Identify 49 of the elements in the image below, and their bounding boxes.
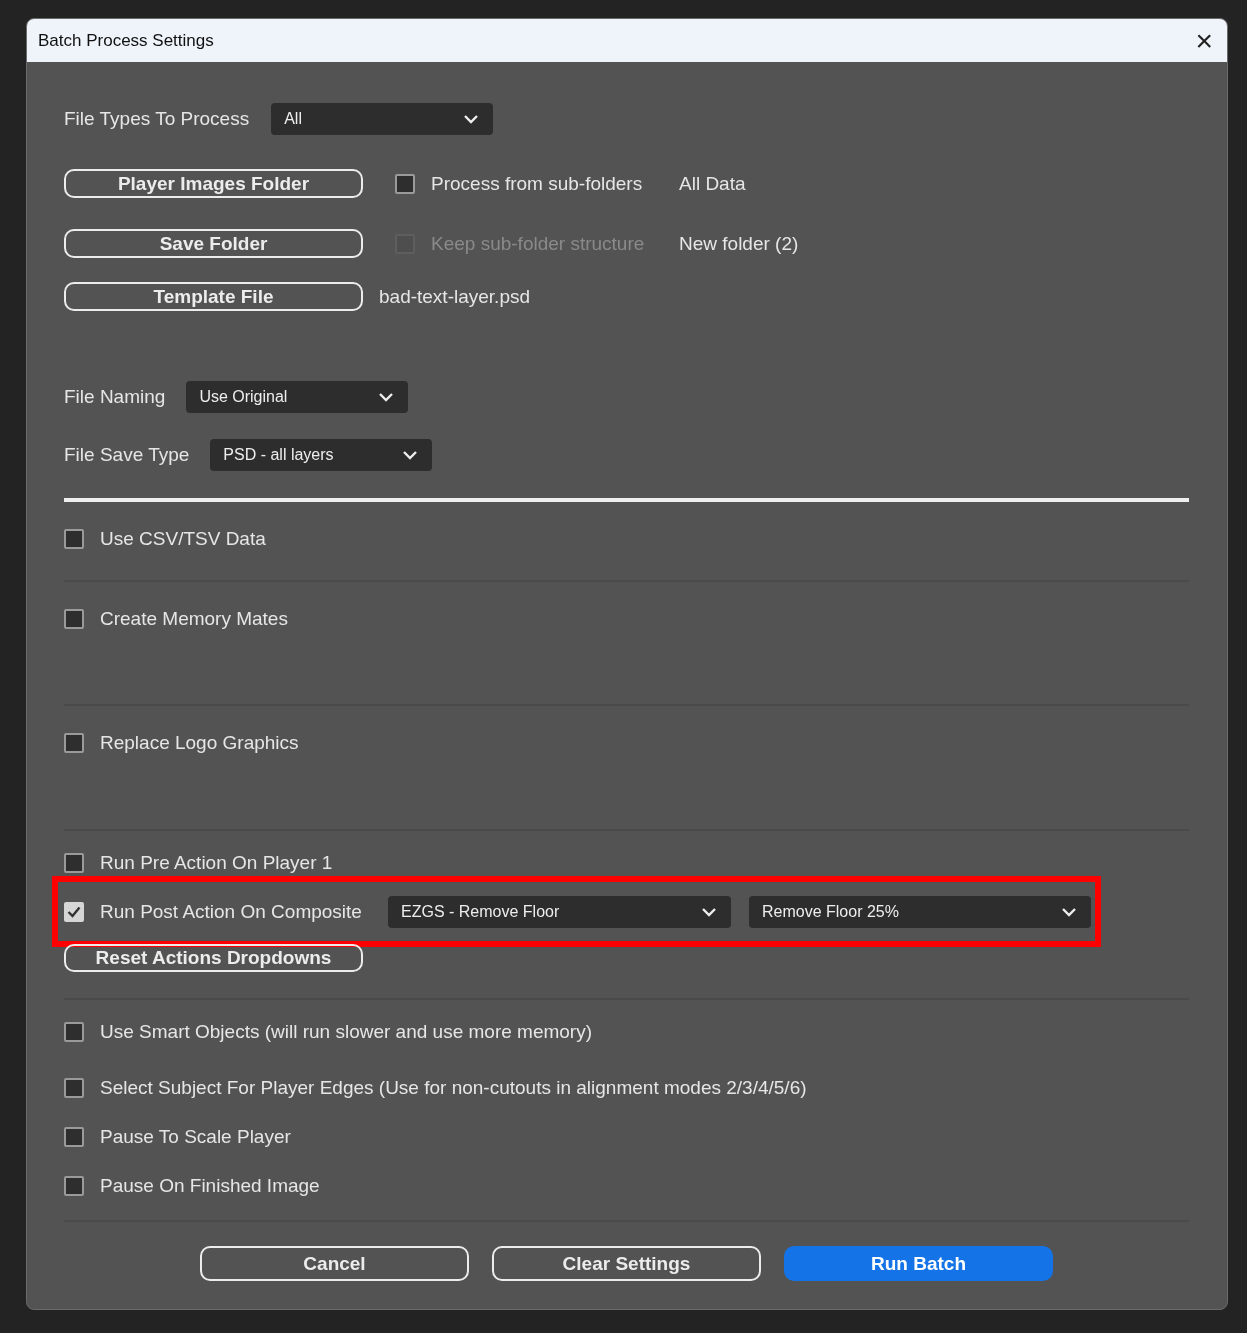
chevron-down-icon — [1061, 907, 1077, 917]
dropdown[interactable]: All — [271, 103, 494, 135]
checkbox-label: Pause On Finished Image — [100, 1175, 320, 1197]
checkbox[interactable] — [64, 1022, 84, 1042]
dropdown[interactable]: Use Original — [186, 381, 409, 413]
field-label: File Types To Process — [64, 108, 250, 130]
checkbox-label: Process from sub-folders — [431, 172, 643, 195]
dropdown-value: Use Original — [199, 388, 288, 406]
dialog-button[interactable]: Cancel — [200, 1246, 469, 1281]
folder-path: All Data — [679, 172, 746, 195]
field-label: File Naming — [64, 386, 166, 408]
checkbox[interactable] — [64, 733, 84, 753]
checkbox-label: Replace Logo Graphics — [100, 732, 299, 754]
checkbox-label: Pause To Scale Player — [100, 1126, 291, 1148]
checkbox[interactable] — [64, 853, 84, 873]
folder-button[interactable]: Template File — [64, 282, 363, 311]
checkbox-label: Run Post Action On Composite — [100, 901, 362, 923]
folder-path: New folder (2) — [679, 232, 799, 255]
checkbox[interactable] — [64, 1127, 84, 1147]
dropdown[interactable]: EZGS - Remove Floor — [388, 896, 731, 928]
dropdown-value: PSD - all layers — [223, 446, 334, 464]
dropdown-value: Remove Floor 25% — [762, 903, 899, 921]
dropdown[interactable]: PSD - all layers — [210, 439, 433, 471]
primary-button[interactable]: Run Batch — [784, 1246, 1053, 1281]
chevron-down-icon — [402, 450, 419, 460]
checkbox[interactable] — [64, 529, 84, 549]
chevron-down-icon — [463, 114, 480, 124]
checkbox[interactable] — [64, 1078, 84, 1098]
chevron-down-icon — [701, 907, 717, 917]
close-button[interactable]: × — [1195, 25, 1213, 56]
checkbox-label: Select Subject For Player Edges (Use for non-cutouts in alignment modes 2/3/4/5/6) — [100, 1077, 807, 1099]
checkbox[interactable] — [395, 173, 415, 194]
checkbox-label: Run Pre Action On Player 1 — [100, 852, 333, 874]
dropdown[interactable]: Remove Floor 25% — [749, 896, 1091, 928]
chevron-down-icon — [378, 392, 395, 402]
folder-button[interactable]: Player Images Folder — [64, 169, 363, 198]
checkbox-label: Create Memory Mates — [100, 608, 288, 630]
folder-button[interactable]: Save Folder — [64, 229, 363, 258]
file-name: bad-text-layer.psd — [379, 285, 531, 308]
window-title: Batch Process Settings — [38, 30, 214, 51]
dialog-button[interactable]: Clear Settings — [492, 1246, 761, 1281]
checkbox[interactable] — [64, 1176, 84, 1196]
checkbox-label: Use CSV/TSV Data — [100, 528, 266, 550]
checkbox[interactable] — [64, 609, 84, 629]
reset-button[interactable]: Reset Actions Dropdowns — [64, 944, 363, 972]
checkbox-label: Use Smart Objects (will run slower and use more memory) — [100, 1021, 593, 1043]
field-label: File Save Type — [64, 444, 190, 466]
dropdown-value: EZGS - Remove Floor — [401, 903, 560, 921]
dropdown-value: All — [284, 110, 302, 128]
